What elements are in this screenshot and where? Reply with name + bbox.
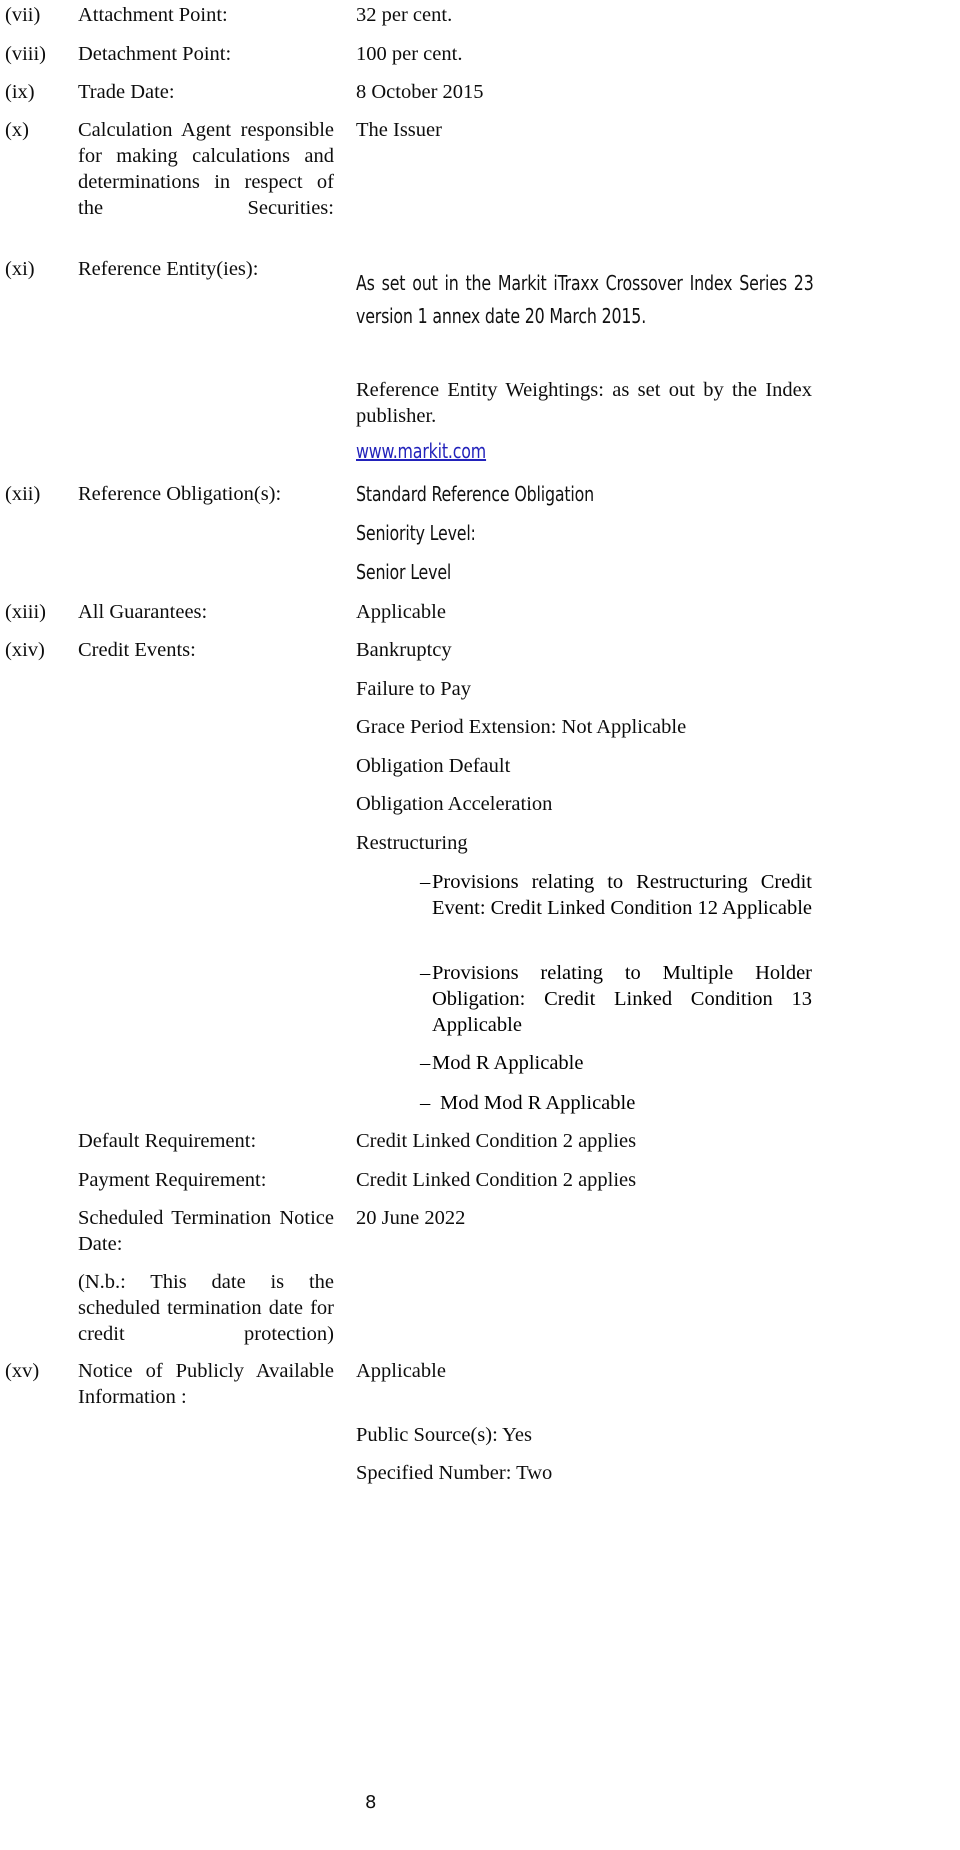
credit-event-failure-to-pay: Failure to Pay [356, 678, 472, 700]
sub-row-label-payment-requirement: Payment Requirement: [78, 1169, 267, 1191]
markit-link-wrapper[interactable]: www.markit.com [356, 438, 504, 465]
row-value-calculation-agent: The Issuer [356, 119, 442, 141]
row-numeral-ix: (ix) [5, 81, 35, 103]
row-value-attachment-point: 32 per cent. [356, 4, 453, 26]
credit-event-obligation-default: Obligation Default [356, 755, 511, 777]
seniority-level-label-text: Seniority Level: [356, 521, 476, 545]
restructuring-bullet-2: – Provisions relating to Multiple Holder… [356, 960, 812, 1064]
row-numeral-viii: (viii) [5, 43, 46, 65]
restructuring-bullet-4: – Mod Mod R Applicable [356, 1090, 812, 1116]
document-page: (vii) Attachment Point: 32 per cent. (vi… [0, 0, 960, 1850]
bullet-text-3: Mod R Applicable [432, 1052, 584, 1074]
markit-index-text: As set out in the Markit iTraxx Crossove… [356, 271, 814, 328]
credit-event-grace-period-extension: Grace Period Extension: Not Applicable [356, 716, 687, 738]
bullet-text-2: Provisions relating to Multiple Holder O… [432, 962, 812, 1036]
row-numeral-xiv: (xiv) [5, 639, 45, 661]
row-label-all-guarantees: All Guarantees: [78, 601, 208, 623]
credit-event-restructuring: Restructuring [356, 832, 468, 854]
bullet-dash-icon-2: – [420, 962, 431, 984]
row-label-notice-publicly-available-information: Notice of Publicly Available Information… [78, 1360, 334, 1408]
row-value-reference-entity-markit: As set out in the Markit iTraxx Crossove… [356, 267, 876, 333]
bullet-text-1: Provisions relating to Restructuring Cre… [432, 871, 812, 919]
bullet-dash-icon-1: – [420, 871, 431, 893]
restructuring-bullet-3: – Mod R Applicable [356, 1050, 812, 1076]
seniority-level-text: Senior Level [356, 560, 452, 584]
credit-event-obligation-acceleration: Obligation Acceleration [356, 793, 553, 815]
specified-number-value: Specified Number: Two [356, 1462, 553, 1484]
restructuring-bullet-1: – Provisions relating to Restructuring C… [356, 869, 812, 947]
row-label-credit-events: Credit Events: [78, 639, 196, 661]
row-label-trade-date: Trade Date: [78, 81, 175, 103]
sro-text: Standard Reference Obligation [356, 482, 594, 506]
page-number: 8 [365, 1792, 377, 1813]
credit-event-bankruptcy: Bankruptcy [356, 639, 452, 661]
bullet-text-4: Mod Mod R Applicable [440, 1092, 636, 1114]
markit-website-link[interactable]: www.markit.com [356, 438, 486, 464]
row-value-notice-publicly-available-information: Applicable [356, 1360, 446, 1382]
sub-row-value-default-requirement: Credit Linked Condition 2 applies [356, 1130, 637, 1152]
sub-row-value-payment-requirement: Credit Linked Condition 2 applies [356, 1169, 637, 1191]
bullet-dash-icon-4: – [420, 1092, 431, 1114]
sub-row-label-default-requirement: Default Requirement: [78, 1130, 257, 1152]
row-numeral-xv: (xv) [5, 1360, 40, 1382]
row-value-seniority-level: Senior Level [356, 559, 464, 586]
row-numeral-xi: (xi) [5, 258, 35, 280]
row-value-trade-date: 8 October 2015 [356, 81, 484, 103]
row-label-attachment-point: Attachment Point: [78, 4, 228, 26]
row-numeral-xii: (xii) [5, 483, 41, 505]
sub-row-value-scheduled-termination-notice-date: 20 June 2022 [356, 1207, 466, 1229]
bullet-dash-icon-3: – [420, 1052, 431, 1074]
row-numeral-x: (x) [5, 119, 29, 141]
row-numeral-vii: (vii) [5, 4, 41, 26]
row-value-detachment-point: 100 per cent. [356, 43, 463, 65]
row-label-reference-obligation: Reference Obligation(s): [78, 483, 282, 505]
row-value-all-guarantees: Applicable [356, 601, 446, 623]
row-value-seniority-level-label: Seniority Level: [356, 520, 492, 547]
row-label-calculation-agent: Calculation Agent responsible for making… [78, 119, 334, 219]
row-label-detachment-point: Detachment Point: [78, 43, 232, 65]
row-numeral-xiii: (xiii) [5, 601, 46, 623]
row-value-standard-reference-obligation: Standard Reference Obligation [356, 481, 626, 508]
public-sources-value: Public Source(s): Yes [356, 1424, 532, 1446]
row-label-reference-entity: Reference Entity(ies): [78, 258, 259, 280]
